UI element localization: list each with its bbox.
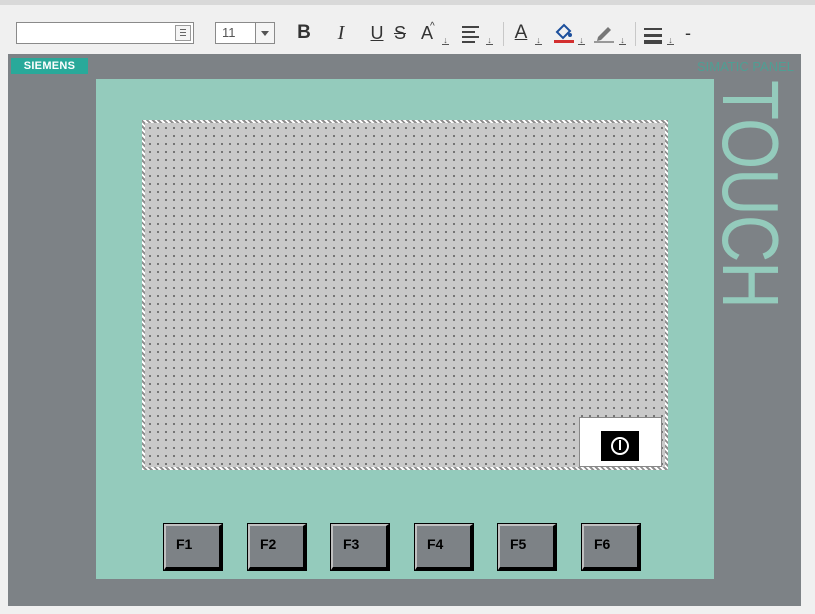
- font-color-dropdown-icon[interactable]: [534, 35, 543, 45]
- fill-color-button[interactable]: [552, 20, 576, 46]
- paint-bucket-icon: [554, 23, 574, 43]
- strikethrough-button[interactable]: S: [391, 20, 409, 46]
- system-button-area: [579, 417, 662, 467]
- touch-label: TOUCH: [706, 80, 795, 308]
- toolbar-separator: [635, 22, 636, 46]
- font-size-value: 11: [222, 25, 236, 40]
- function-key-f5[interactable]: F5: [497, 523, 557, 571]
- pen-icon: [594, 27, 614, 43]
- line-color-dropdown-icon[interactable]: [618, 35, 627, 45]
- function-key-label: F5: [510, 536, 527, 552]
- model-label: SIMATIC PANEL: [696, 59, 794, 74]
- font-color-label: A: [514, 22, 528, 43]
- text-align-dropdown-icon[interactable]: [485, 35, 494, 45]
- text-size-button[interactable]: A ^: [418, 20, 436, 46]
- function-key-f2[interactable]: F2: [247, 523, 307, 571]
- power-icon: [611, 437, 629, 455]
- siemens-logo: SIEMENS: [11, 58, 88, 74]
- more-tools-button[interactable]: -: [682, 20, 694, 46]
- bold-button[interactable]: B: [294, 20, 314, 46]
- function-key-f3[interactable]: F3: [330, 523, 390, 571]
- font-size-dropdown[interactable]: 11: [215, 22, 275, 44]
- power-button[interactable]: [601, 431, 639, 461]
- formatting-toolbar: 11 B I U S A^ A: [0, 0, 815, 52]
- underline-button[interactable]: U: [368, 20, 386, 46]
- function-key-label: F4: [427, 536, 444, 552]
- chevron-down-icon[interactable]: [255, 23, 274, 43]
- font-name-field[interactable]: [16, 22, 194, 44]
- fill-color-dropdown-icon[interactable]: [577, 35, 586, 45]
- toolbar-separator: [503, 22, 504, 46]
- function-key-label: F2: [260, 536, 277, 552]
- hmi-screen-canvas[interactable]: [142, 120, 668, 470]
- font-color-button[interactable]: A: [510, 20, 532, 46]
- hmi-panel-frame: SIEMENS SIMATIC PANEL TOUCH F1 F2 F3 F4 …: [8, 54, 801, 606]
- italic-button[interactable]: I: [332, 20, 350, 46]
- touch-text: TOUCH: [706, 80, 795, 308]
- font-list-icon[interactable]: [175, 25, 191, 41]
- toolbar-top-border: [0, 0, 815, 5]
- function-key-f4[interactable]: F4: [414, 523, 474, 571]
- function-key-label: F1: [176, 536, 193, 552]
- text-size-dropdown-icon[interactable]: [441, 35, 450, 45]
- line-style-dropdown-icon[interactable]: [666, 35, 675, 45]
- line-style-button[interactable]: [643, 20, 663, 46]
- function-key-label: F3: [343, 536, 360, 552]
- text-align-button[interactable]: [460, 20, 482, 46]
- caret-up-icon: ^: [430, 21, 435, 32]
- line-color-button[interactable]: [592, 20, 616, 46]
- function-key-label: F6: [594, 536, 611, 552]
- function-key-f1[interactable]: F1: [163, 523, 223, 571]
- function-key-f6[interactable]: F6: [581, 523, 641, 571]
